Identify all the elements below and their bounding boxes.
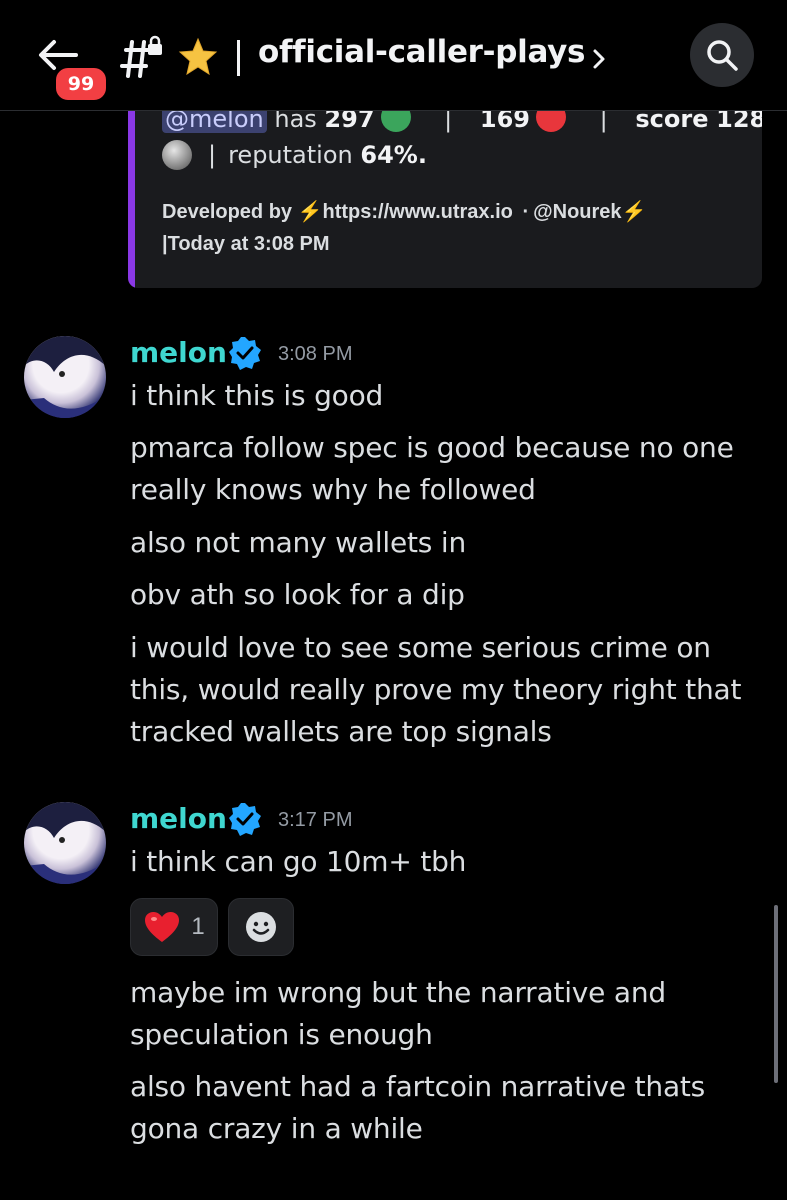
username[interactable]: melon <box>130 802 227 835</box>
message-text: pmarca follow spec is good because no on… <box>130 431 734 506</box>
message-text: also havent had a fartcoin narrative tha… <box>130 1070 706 1145</box>
message-text: also not many wallets in <box>130 526 466 559</box>
timestamp: 3:17 PM <box>278 809 353 831</box>
footer-author: @Nourek <box>533 201 622 223</box>
lightning-icon: ⚡ <box>297 201 323 223</box>
embed-reputation-line: | reputation 64%. <box>162 140 427 170</box>
footer-url[interactable]: https://www.utrax.io <box>323 201 513 223</box>
channel-header: 99 official-caller-plays <box>0 0 787 111</box>
avatar[interactable] <box>24 336 106 418</box>
message-text: maybe im wrong but the narrative and spe… <box>130 976 666 1051</box>
username[interactable]: melon <box>130 336 227 369</box>
coin-icon <box>162 140 192 170</box>
message-text: i would love to see some serious crime o… <box>130 631 742 748</box>
locked-hashtag-icon <box>120 35 162 78</box>
scrollbar[interactable] <box>774 905 778 1083</box>
unread-badge: 99 <box>52 64 110 104</box>
message-text: i think this is good <box>130 379 384 412</box>
reputation-value: 64%. <box>360 141 427 169</box>
footer-developed-by: Developed by <box>162 201 293 223</box>
avatar[interactable] <box>24 802 106 884</box>
red-heart-icon <box>145 912 180 942</box>
message-text: obv ath so look for a dip <box>130 578 465 611</box>
verified-badge-icon <box>229 337 261 370</box>
search-button[interactable] <box>690 23 754 87</box>
verified-badge-icon <box>229 803 261 836</box>
smiley-icon <box>246 912 276 942</box>
avatar-art <box>24 336 106 418</box>
header-divider <box>237 40 240 76</box>
heart-reaction[interactable]: 1 <box>130 898 218 956</box>
channel-name[interactable]: official-caller-plays <box>258 34 585 70</box>
reputation-label: reputation <box>228 141 353 169</box>
footer-time: Today at 3:08 PM <box>167 233 330 255</box>
avatar-art <box>24 802 106 884</box>
add-reaction-button[interactable] <box>228 898 294 956</box>
search-icon <box>707 40 738 71</box>
timestamp: 3:08 PM <box>278 343 353 365</box>
embed-footer: Developed by ⚡https://www.utrax.io · @Nou… <box>162 201 647 255</box>
lightning-icon: ⚡ <box>621 201 647 223</box>
message-text: i think can go 10m+ tbh <box>130 845 467 878</box>
reaction-count: 1 <box>191 913 205 940</box>
star-icon <box>178 37 218 75</box>
chevron-right-icon[interactable] <box>592 48 606 70</box>
